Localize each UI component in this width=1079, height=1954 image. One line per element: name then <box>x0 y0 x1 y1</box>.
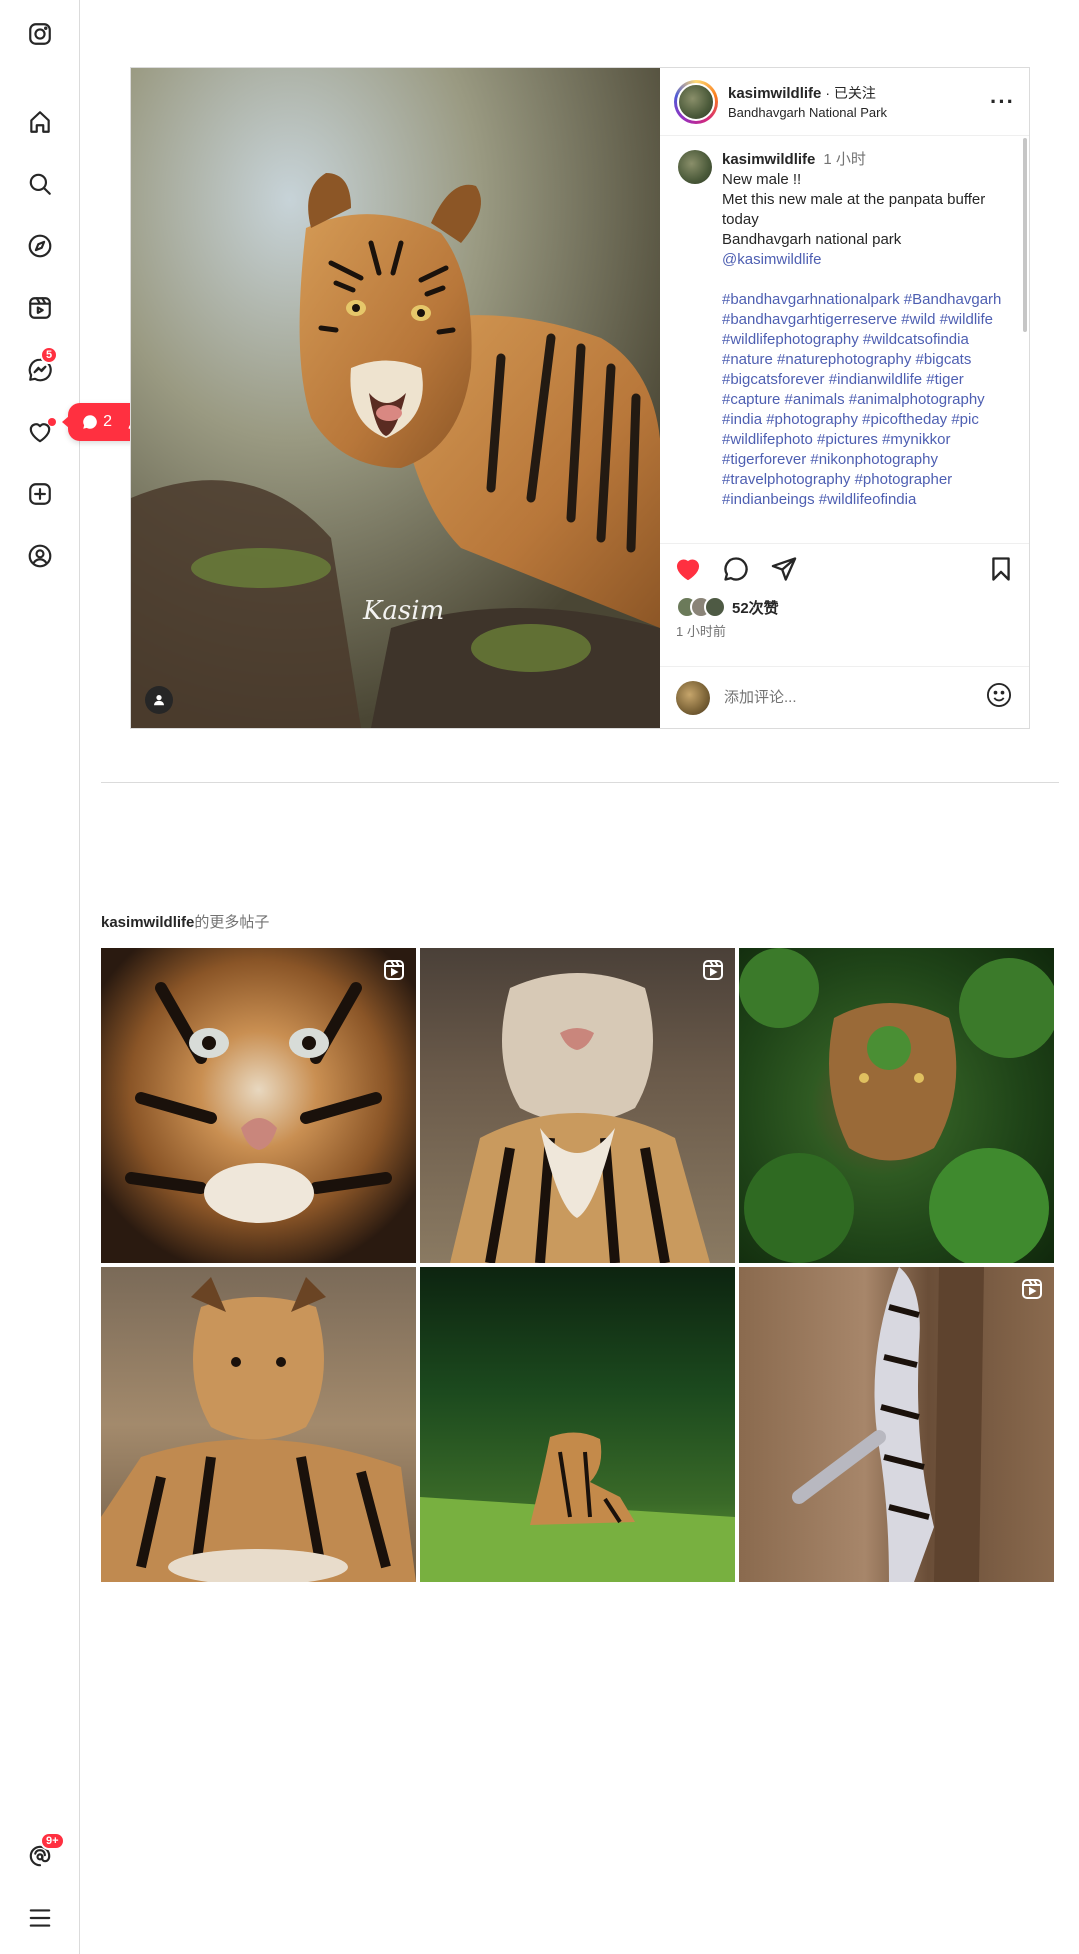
reel-indicator-icon <box>1020 1277 1044 1301</box>
photo-watermark: Kasim <box>363 596 445 626</box>
viewer-avatar <box>676 680 710 715</box>
likes-row: 52次赞 <box>660 593 1029 621</box>
comment-count-group: 2 <box>81 413 112 431</box>
caption-hashtags[interactable]: #bandhavgarhnationalpark #Bandhavgarh #b… <box>722 290 1013 510</box>
caption-text: kasimwildlife 1 小时 New male !! Met this n… <box>722 150 1013 510</box>
following-status[interactable]: · 已关注 <box>825 83 876 103</box>
menu-icon[interactable] <box>22 1900 58 1936</box>
grid-post[interactable] <box>420 948 735 1263</box>
caption-username[interactable]: kasimwildlife <box>722 151 815 168</box>
instagram-logo-icon[interactable] <box>22 16 58 52</box>
grid-post[interactable] <box>739 1267 1054 1582</box>
liker-avatar[interactable] <box>704 596 726 618</box>
post-sidebar: kasimwildlife · 已关注 Bandhavgarh National… <box>660 68 1029 728</box>
tiger-looking-up-photo <box>450 973 710 1263</box>
caption-avatar[interactable] <box>678 150 712 184</box>
like-heart-icon[interactable] <box>674 555 702 583</box>
create-icon[interactable] <box>22 476 58 512</box>
comment-bubble-icon <box>83 415 97 429</box>
tiger-climbing-tree-photo <box>792 1267 984 1582</box>
threads-badge: 9+ <box>40 1832 65 1850</box>
reel-indicator-icon <box>382 958 406 982</box>
post-actions <box>660 543 1029 593</box>
tagged-users-icon[interactable] <box>145 686 173 714</box>
notifications-heart-icon[interactable] <box>22 414 58 450</box>
search-icon[interactable] <box>22 166 58 202</box>
grid-post[interactable] <box>420 1267 735 1582</box>
tiger-in-leaves-photo <box>739 948 1054 1263</box>
caption-line-1: New male !! <box>722 171 802 188</box>
sidebar-nav: 5 9+ <box>0 0 80 1954</box>
caption-line-2: Met this new male at the panpata buffer … <box>722 191 986 228</box>
more-posts-suffix: 的更多帖子 <box>194 914 270 931</box>
emoji-smile-icon <box>986 682 1012 708</box>
explore-icon[interactable] <box>22 228 58 264</box>
tiger-closeup-photo <box>125 982 392 1223</box>
caption-mention[interactable]: @kasimwildlife <box>722 250 1013 270</box>
more-posts-username[interactable]: kasimwildlife <box>101 914 194 931</box>
post-card: Kasim kasimwildlife · 已关注 Bandhavgarh Na… <box>130 67 1030 729</box>
share-send-icon[interactable] <box>770 555 798 583</box>
profile-icon[interactable] <box>22 538 58 574</box>
post-header-text: kasimwildlife · 已关注 Bandhavgarh National… <box>728 83 990 121</box>
comment-box <box>660 666 1029 728</box>
author-avatar-ring[interactable] <box>674 79 718 124</box>
caption-area: kasimwildlife 1 小时 New male !! Met this n… <box>660 136 1029 543</box>
like-count[interactable]: 52次赞 <box>732 597 779 618</box>
grid-post[interactable] <box>739 948 1054 1263</box>
messenger-icon[interactable]: 5 <box>22 346 59 388</box>
more-options-button[interactable]: ··· <box>990 89 1015 115</box>
post-location[interactable]: Bandhavgarh National Park <box>728 105 990 120</box>
grid-post[interactable] <box>101 948 416 1263</box>
post-header: kasimwildlife · 已关注 Bandhavgarh National… <box>660 68 1029 136</box>
comment-icon[interactable] <box>722 555 750 583</box>
bookmark-icon[interactable] <box>987 555 1015 583</box>
comment-input[interactable] <box>724 689 985 706</box>
author-avatar <box>677 82 715 121</box>
tiger-on-grass-photo <box>420 1432 735 1582</box>
reels-icon[interactable] <box>22 290 58 326</box>
notification-dot <box>48 418 56 426</box>
section-divider <box>101 782 1059 783</box>
caption-scrollbar[interactable] <box>1023 138 1027 332</box>
caption-time: 1 小时 <box>823 151 866 168</box>
post-image[interactable]: Kasim <box>131 68 660 728</box>
caption-line-3: Bandhavgarh national park <box>722 231 902 248</box>
messages-badge: 5 <box>40 346 59 364</box>
emoji-button[interactable] <box>985 681 1013 714</box>
author-username[interactable]: kasimwildlife <box>728 85 821 102</box>
comment-count: 2 <box>103 413 112 430</box>
grid-post[interactable] <box>101 1267 416 1582</box>
tiger-photo <box>131 68 660 728</box>
reel-indicator-icon <box>701 958 725 982</box>
more-posts-title: kasimwildlife的更多帖子 <box>101 911 269 932</box>
threads-icon[interactable]: 9+ <box>22 1832 65 1874</box>
tiger-resting-photo <box>101 1277 416 1582</box>
posted-time[interactable]: 1 小时前 <box>660 621 1029 640</box>
home-icon[interactable] <box>22 104 58 140</box>
more-posts-grid <box>101 948 1055 1582</box>
